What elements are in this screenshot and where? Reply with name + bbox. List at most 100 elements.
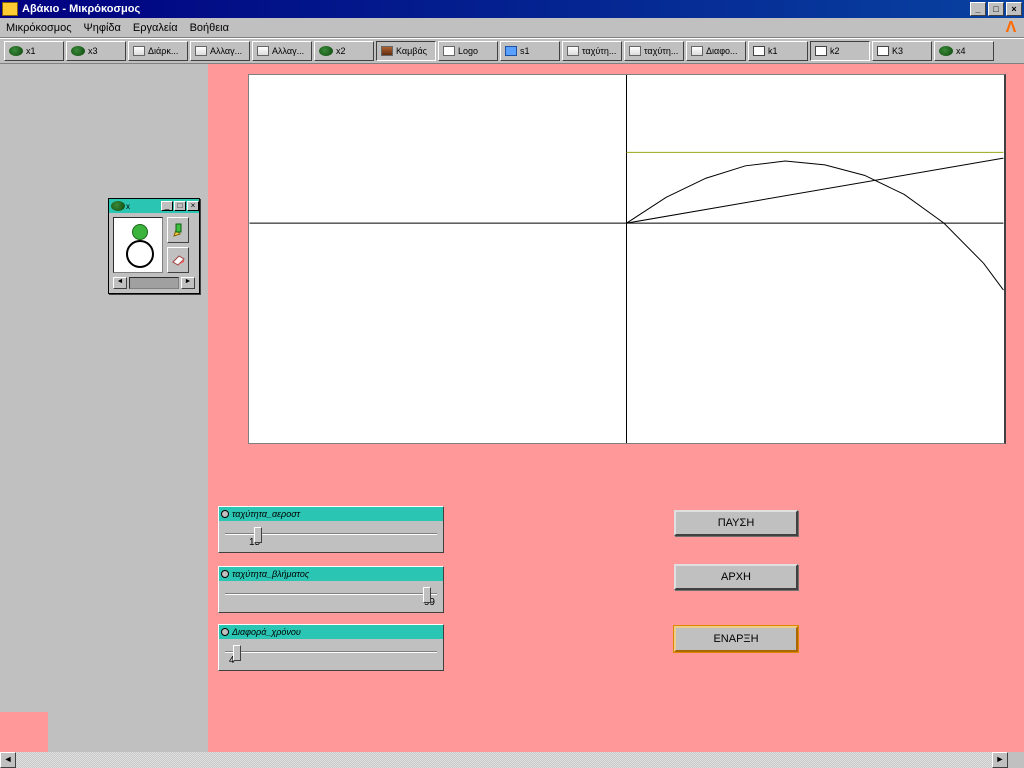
slider-thumb[interactable] [254, 527, 262, 543]
slider-track[interactable] [225, 651, 437, 653]
toolbar-label: k1 [768, 46, 778, 56]
scroll-right-button[interactable]: ► [992, 752, 1008, 768]
pencil-icon [172, 222, 184, 238]
reset-button[interactable]: ΑΡΧΗ [674, 564, 798, 590]
toolbar-button-8[interactable]: s1 [500, 41, 560, 61]
toolbar-label: x2 [336, 46, 346, 56]
toolbar-button-12[interactable]: k1 [748, 41, 808, 61]
corner-icon: Λ [1004, 21, 1018, 35]
scroll-left-button[interactable]: ◄ [0, 752, 16, 768]
radio-icon [221, 510, 229, 518]
toolbar-button-14[interactable]: K3 [872, 41, 932, 61]
logo-icon [443, 46, 455, 56]
toolbar-label: ταχύτη... [644, 46, 678, 56]
palette-titlebar[interactable]: x _ □ × [109, 199, 199, 213]
app-icon [2, 2, 18, 16]
toolbar: x1 x3 Διάρκ... Αλλαγ... Αλλαγ... x2 Καμβάς Logo… [0, 38, 1024, 64]
toolbar-button-11[interactable]: Διαφο... [686, 41, 746, 61]
turtle-icon [111, 201, 125, 211]
turtle-preview [113, 217, 163, 273]
scroll-track[interactable] [129, 277, 179, 289]
slider-thumb[interactable] [233, 645, 241, 661]
box-icon [753, 46, 765, 56]
menu-psifida[interactable]: Ψηφίδα [84, 22, 121, 34]
maximize-button[interactable]: □ [988, 2, 1004, 16]
toolbar-label: x3 [88, 46, 98, 56]
turtle-icon [319, 46, 333, 56]
toolbar-button-0[interactable]: x1 [4, 41, 64, 61]
palette-title: x [126, 202, 160, 211]
palette-scrollbar[interactable]: ◄ ► [109, 277, 199, 293]
easel-icon [381, 46, 393, 56]
toolbar-button-7[interactable]: Logo [438, 41, 498, 61]
slider-projectile-speed[interactable]: ταχύτητα_βλήματος 99 [218, 566, 444, 613]
toolbar-button-5[interactable]: x2 [314, 41, 374, 61]
radio-icon [221, 570, 229, 578]
toolbar-button-2[interactable]: Διάρκ... [128, 41, 188, 61]
palette-minimize-button[interactable]: _ [161, 201, 173, 211]
toolbar-button-4[interactable]: Αλλαγ... [252, 41, 312, 61]
toolbar-button-15[interactable]: x4 [934, 41, 994, 61]
component-icon [505, 46, 517, 56]
toolbar-label: Αλλαγ... [210, 46, 242, 56]
slider-icon [629, 46, 641, 56]
eraser-button[interactable] [167, 247, 189, 273]
slider-value: 15 [219, 535, 443, 552]
palette-close-button[interactable]: × [187, 201, 199, 211]
slider-icon [195, 46, 207, 56]
slider-icon [133, 46, 145, 56]
resize-grip[interactable] [1008, 752, 1024, 768]
toolbar-button-9[interactable]: ταχύτη... [562, 41, 622, 61]
slider-time-diff[interactable]: Διαφορά_χρόνου 4 [218, 624, 444, 671]
toolbar-button-1[interactable]: x3 [66, 41, 126, 61]
toolbar-button-3[interactable]: Αλλαγ... [190, 41, 250, 61]
toolbar-label: Καμβάς [396, 46, 427, 56]
toolbar-label: x4 [956, 46, 966, 56]
slider-label: ταχύτητα_αεροστ [232, 509, 300, 519]
toolbar-label: Διαφο... [706, 46, 738, 56]
box-icon [815, 46, 827, 56]
slider-label: Διαφορά_χρόνου [232, 627, 301, 637]
toolbar-label: ταχύτη... [582, 46, 616, 56]
turtle-icon [939, 46, 953, 56]
minimize-button[interactable]: _ [970, 2, 986, 16]
menu-microcosmos[interactable]: Μικρόκοσμος [6, 22, 72, 34]
toolbar-label: Logo [458, 46, 478, 56]
horizontal-scrollbar[interactable]: ◄ ► [0, 752, 1008, 768]
turtle-icon [71, 46, 85, 56]
close-button[interactable]: × [1006, 2, 1022, 16]
scroll-track[interactable] [16, 752, 992, 768]
toolbar-label: s1 [520, 46, 530, 56]
slider-value: 99 [219, 595, 443, 612]
radio-icon [221, 628, 229, 636]
pen-down-button[interactable] [167, 217, 189, 243]
toolbar-button-6[interactable]: Καμβάς [376, 41, 436, 61]
scroll-left-button[interactable]: ◄ [113, 277, 127, 289]
slider-track[interactable] [225, 593, 437, 595]
slider-aircraft-speed[interactable]: ταχύτητα_αεροστ 15 [218, 506, 444, 553]
menu-help[interactable]: Βοήθεια [190, 22, 229, 34]
slider-thumb[interactable] [423, 587, 431, 603]
box-icon [877, 46, 889, 56]
pink-strip [0, 712, 48, 752]
pause-button[interactable]: ΠΑΥΣΗ [674, 510, 798, 536]
workspace: x _ □ × ◄ ► ταχύτητα [0, 64, 1024, 752]
slider-label: ταχύτητα_βλήματος [232, 569, 309, 579]
toolbar-label: Διάρκ... [148, 46, 178, 56]
menu-tools[interactable]: Εργαλεία [133, 22, 178, 34]
start-button[interactable]: ΕΝΑΡΞΗ [674, 626, 798, 652]
toolbar-label: k2 [830, 46, 840, 56]
toolbar-label: x1 [26, 46, 36, 56]
title-bar: Αβάκιο - Μικρόκοσμος _ □ × [0, 0, 1024, 18]
turtle-palette-window[interactable]: x _ □ × ◄ ► [108, 198, 200, 294]
slider-value: 4 [219, 653, 443, 670]
toolbar-button-13[interactable]: k2 [810, 41, 870, 61]
slider-icon [567, 46, 579, 56]
palette-restore-button[interactable]: □ [174, 201, 186, 211]
toolbar-button-10[interactable]: ταχύτη... [624, 41, 684, 61]
eraser-icon [171, 254, 185, 266]
slider-track[interactable] [225, 533, 437, 535]
slider-icon [257, 46, 269, 56]
scroll-right-button[interactable]: ► [181, 277, 195, 289]
turtle-icon [9, 46, 23, 56]
